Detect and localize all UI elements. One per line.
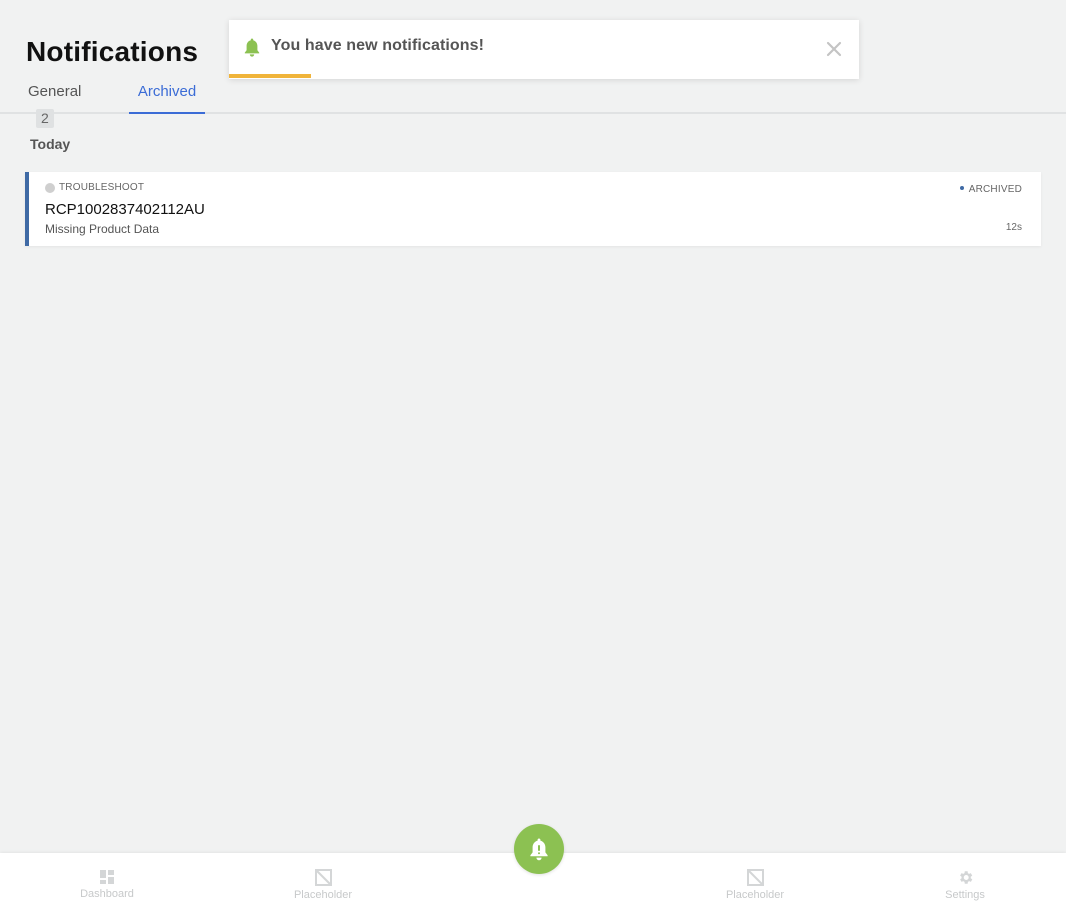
notification-time: 12s [1005,222,1022,233]
notification-status: ARCHIVED [959,184,1022,195]
nav-label-placeholder-1: Placeholder [293,889,353,901]
toast-progress-bar [229,74,311,78]
dashboard-icon [100,870,114,884]
nav-label-placeholder-2: Placeholder [725,889,785,901]
notification-status-label: ARCHIVED [968,184,1022,195]
placeholder-icon [314,869,332,886]
notification-card[interactable]: TROUBLESHOOT RCP1002837402112AU Missing … [25,172,1041,246]
toast-message: You have new notifications! [271,37,485,54]
nav-label-settings: Settings [945,889,985,901]
section-heading-today: Today [30,136,71,152]
notification-toast: You have new notifications! [229,20,859,79]
tab-archived[interactable]: Archived [129,78,205,114]
notification-reference: RCP1002837402112AU [45,201,205,218]
tab-general-label: General [28,83,82,100]
tab-archived-label: Archived [137,83,197,100]
category-dot-icon [45,183,55,193]
tab-general-count-badge: 2 [36,109,54,128]
status-dot-icon [959,186,964,190]
nav-label-dashboard: Dashboard [80,888,134,900]
bell-icon [243,37,261,57]
nav-item-settings[interactable]: Settings [915,869,1015,901]
placeholder-icon [746,869,764,886]
page-title: Notifications [26,36,199,67]
notifications-fab-button[interactable] [514,824,564,874]
close-icon[interactable] [825,40,843,58]
notification-description: Missing Product Data [45,222,160,236]
bell-alert-icon [530,838,548,861]
tab-general[interactable]: General 2 [28,78,82,128]
nav-item-placeholder-2[interactable]: Placeholder [705,869,805,901]
nav-item-dashboard[interactable]: Dashboard [57,869,157,900]
nav-item-placeholder-1[interactable]: Placeholder [273,869,373,901]
gear-icon [959,871,972,884]
notification-category: TROUBLESHOOT [59,182,145,193]
